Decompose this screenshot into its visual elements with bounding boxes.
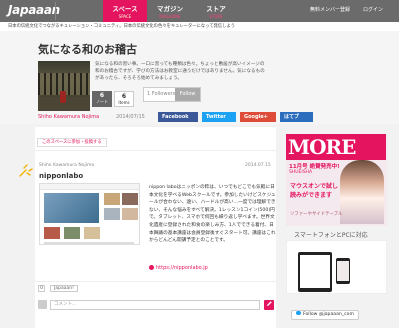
share-facebook-button[interactable]: Facebook	[158, 112, 198, 122]
phone-image	[336, 258, 350, 284]
space-header: 気になる和のお稽古 6 ノート 6 Items 気になる和の習い事。一口に習って…	[0, 31, 399, 124]
top-header: Japaaan スペース SPACE マガジン MAGAZINE ストア STO…	[0, 0, 399, 22]
twitter-follow-label: Follow @japaaan_com	[303, 312, 354, 317]
note-count[interactable]: 6 ノート	[92, 91, 112, 107]
card-description: nippon laboはニッポンの粋は、いつでもどこでも気軽に日本文化を学べるW…	[149, 185, 276, 244]
card-divider	[35, 150, 276, 151]
comment-input[interactable]: コメント...	[50, 300, 260, 310]
follow-widget: 1 Followers Follow	[143, 87, 201, 102]
twitter-bird-icon	[296, 311, 301, 315]
tagline-bar: 日本の伝統文化でつながるキュレーション・コミュニティ。日本の伝統文化の色々をキュ…	[0, 22, 399, 31]
note-count-label: ノート	[96, 99, 108, 104]
item-count[interactable]: 6 Items	[114, 91, 134, 107]
card-link[interactable]: https://nipponlabo.jp	[149, 265, 208, 271]
ad-issue: 11月号 絶賛発売中!	[289, 164, 340, 170]
nav-store[interactable]: ストア STORE	[194, 0, 238, 22]
note-count-number: 6	[99, 92, 105, 99]
share-hatena-button[interactable]: はてブ	[280, 112, 313, 122]
page-title: 気になる和のお稽古	[38, 43, 137, 56]
nav-store-label: ストア	[206, 5, 226, 13]
ad-copy: マウスオンで試し読みができます	[290, 183, 339, 199]
card-thumbnail[interactable]	[39, 183, 140, 245]
link-pin-icon	[149, 265, 154, 270]
nav-magazine-sub: MAGAZINE	[159, 14, 181, 19]
item-count-number: 6	[121, 93, 127, 100]
avatar	[38, 300, 47, 309]
ad-brand: MORE	[286, 134, 386, 160]
card-date: 2014.07.15	[245, 163, 271, 168]
nav-store-sub: STORE	[209, 14, 223, 19]
card-title[interactable]: nipponlabo	[39, 172, 83, 180]
follower-count: 1 Followers	[147, 91, 176, 97]
like-row: 0 Japaaan!	[35, 281, 276, 293]
like-button[interactable]: Japaaan!	[50, 285, 78, 292]
comment-row: コメント...	[35, 297, 276, 313]
card-author[interactable]: Shiho Kawamura Nojima	[39, 163, 94, 168]
ad-cover-model	[340, 160, 384, 224]
site-tagline: 日本の伝統文化でつながるキュレーション・コミュニティ。日本の伝統文化の色々をキュ…	[8, 24, 235, 29]
ad-publisher: SHUEISHA	[289, 170, 313, 175]
login-link[interactable]: ログイン	[363, 6, 383, 13]
item-count-label: Items	[118, 100, 130, 105]
share-google-button[interactable]: Google+	[240, 112, 276, 122]
join-space-tab[interactable]: このスペースに参加・投稿する	[37, 138, 107, 147]
like-count: 0	[38, 285, 45, 292]
space-cover-image	[38, 61, 90, 111]
ad-subcopy: ソファーやサイドテーブル	[290, 212, 343, 217]
site-logo[interactable]: Japaaan	[8, 3, 60, 19]
share-twitter-button[interactable]: Twitter	[202, 112, 236, 122]
sparkle-icon	[19, 164, 33, 177]
space-author[interactable]: Shiho Kawamura Nojima	[38, 114, 99, 120]
signup-link[interactable]: 無料メンバー登録	[310, 6, 350, 13]
follow-button[interactable]: Follow	[175, 88, 200, 101]
card-link-text: https://nipponlabo.jp	[156, 265, 208, 271]
nav-space[interactable]: スペース SPACE	[103, 0, 147, 22]
app-promo-title: スマートフォンとPCに対応	[294, 232, 368, 239]
tablet-image	[298, 252, 332, 292]
comment-submit-button[interactable]	[264, 300, 274, 310]
magazine-ad[interactable]: MORE 11月号 絶賛発売中! SHUEISHA マウスオンで試し読みができま…	[286, 134, 387, 226]
twitter-follow-button[interactable]: Follow @japaaan_com	[291, 310, 359, 320]
nav-space-sub: SPACE	[118, 14, 132, 19]
space-date: 2014/07/15	[116, 114, 145, 120]
nav-magazine[interactable]: マガジン MAGAZINE	[148, 0, 192, 22]
space-description: 気になる和の習い事。一口に習っても種類は色々。ちょっと敷居が高いイメージの和のお…	[95, 62, 265, 81]
pencil-icon	[266, 301, 272, 306]
nav-magazine-label: マガジン	[157, 5, 183, 13]
nav-space-label: スペース	[112, 5, 138, 13]
logo-divider	[55, 2, 56, 20]
